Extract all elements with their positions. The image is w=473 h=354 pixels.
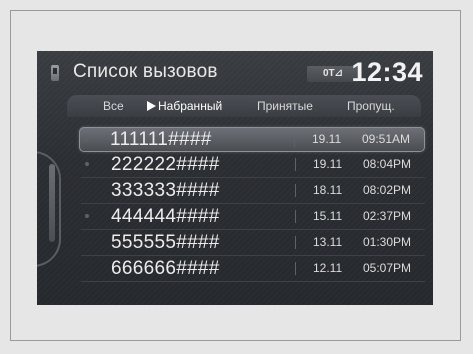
- call-row[interactable]: 444444#### 15.11 02:37PM: [81, 204, 425, 230]
- row-mark-icon: [85, 214, 89, 218]
- call-date: 18.11: [313, 183, 343, 197]
- call-row[interactable]: 222222#### 19.11 08:04PM: [81, 152, 425, 178]
- row-mark-icon: [84, 138, 88, 142]
- triangle-right-icon: [147, 101, 156, 111]
- call-number: 111111####: [110, 129, 212, 150]
- row-mark-icon: [85, 162, 89, 166]
- call-time: 02:37PM: [363, 209, 412, 223]
- scroll-knob[interactable]: [49, 164, 55, 242]
- call-row[interactable]: 111111#### 19.11 09:51AM: [79, 127, 425, 152]
- call-time: 08:02PM: [363, 183, 412, 197]
- divider: [295, 262, 296, 275]
- divider: [294, 134, 295, 147]
- call-date: 19.11: [313, 157, 343, 171]
- call-list: 111111#### 19.11 09:51AM 222222#### 19.1…: [79, 127, 425, 282]
- divider: [295, 184, 296, 197]
- call-date: 12.11: [313, 261, 343, 275]
- tab-all[interactable]: Все: [103, 98, 124, 114]
- call-number: 444444####: [111, 206, 220, 227]
- divider: [295, 236, 296, 249]
- divider: [295, 210, 296, 223]
- call-row[interactable]: 666666#### 12.11 05:07PM: [81, 256, 425, 282]
- call-date: 19.11: [312, 132, 342, 146]
- call-row[interactable]: 333333#### 18.11 08:02PM: [81, 178, 425, 204]
- clock: 12:34: [351, 57, 423, 87]
- page-title: Список вызовов: [73, 61, 218, 82]
- tab-dialed-label: Набранный: [158, 99, 223, 113]
- call-row[interactable]: 555555#### 13.11 01:30PM: [81, 230, 425, 256]
- call-time: 08:04PM: [363, 157, 412, 171]
- call-time: 05:07PM: [363, 261, 412, 275]
- call-number: 666666####: [111, 258, 220, 279]
- tab-bar: Все Набранный Принятые Пропущ.: [67, 95, 421, 117]
- tab-received[interactable]: Принятые: [257, 98, 313, 114]
- call-time: 01:30PM: [363, 235, 412, 249]
- call-time: 09:51AM: [362, 132, 411, 146]
- navi-screen: Список вызовов 0T⊿ 12:34 Все Набранный П…: [37, 51, 433, 305]
- call-number: 333333####: [111, 180, 220, 201]
- tab-dialed[interactable]: Набранный: [147, 98, 222, 114]
- call-date: 15.11: [313, 209, 343, 223]
- phone-icon: [51, 65, 59, 81]
- call-number: 555555####: [111, 232, 220, 253]
- call-date: 13.11: [313, 235, 343, 249]
- tab-missed[interactable]: Пропущ.: [347, 98, 395, 114]
- divider: [295, 158, 296, 171]
- call-number: 222222####: [111, 154, 220, 175]
